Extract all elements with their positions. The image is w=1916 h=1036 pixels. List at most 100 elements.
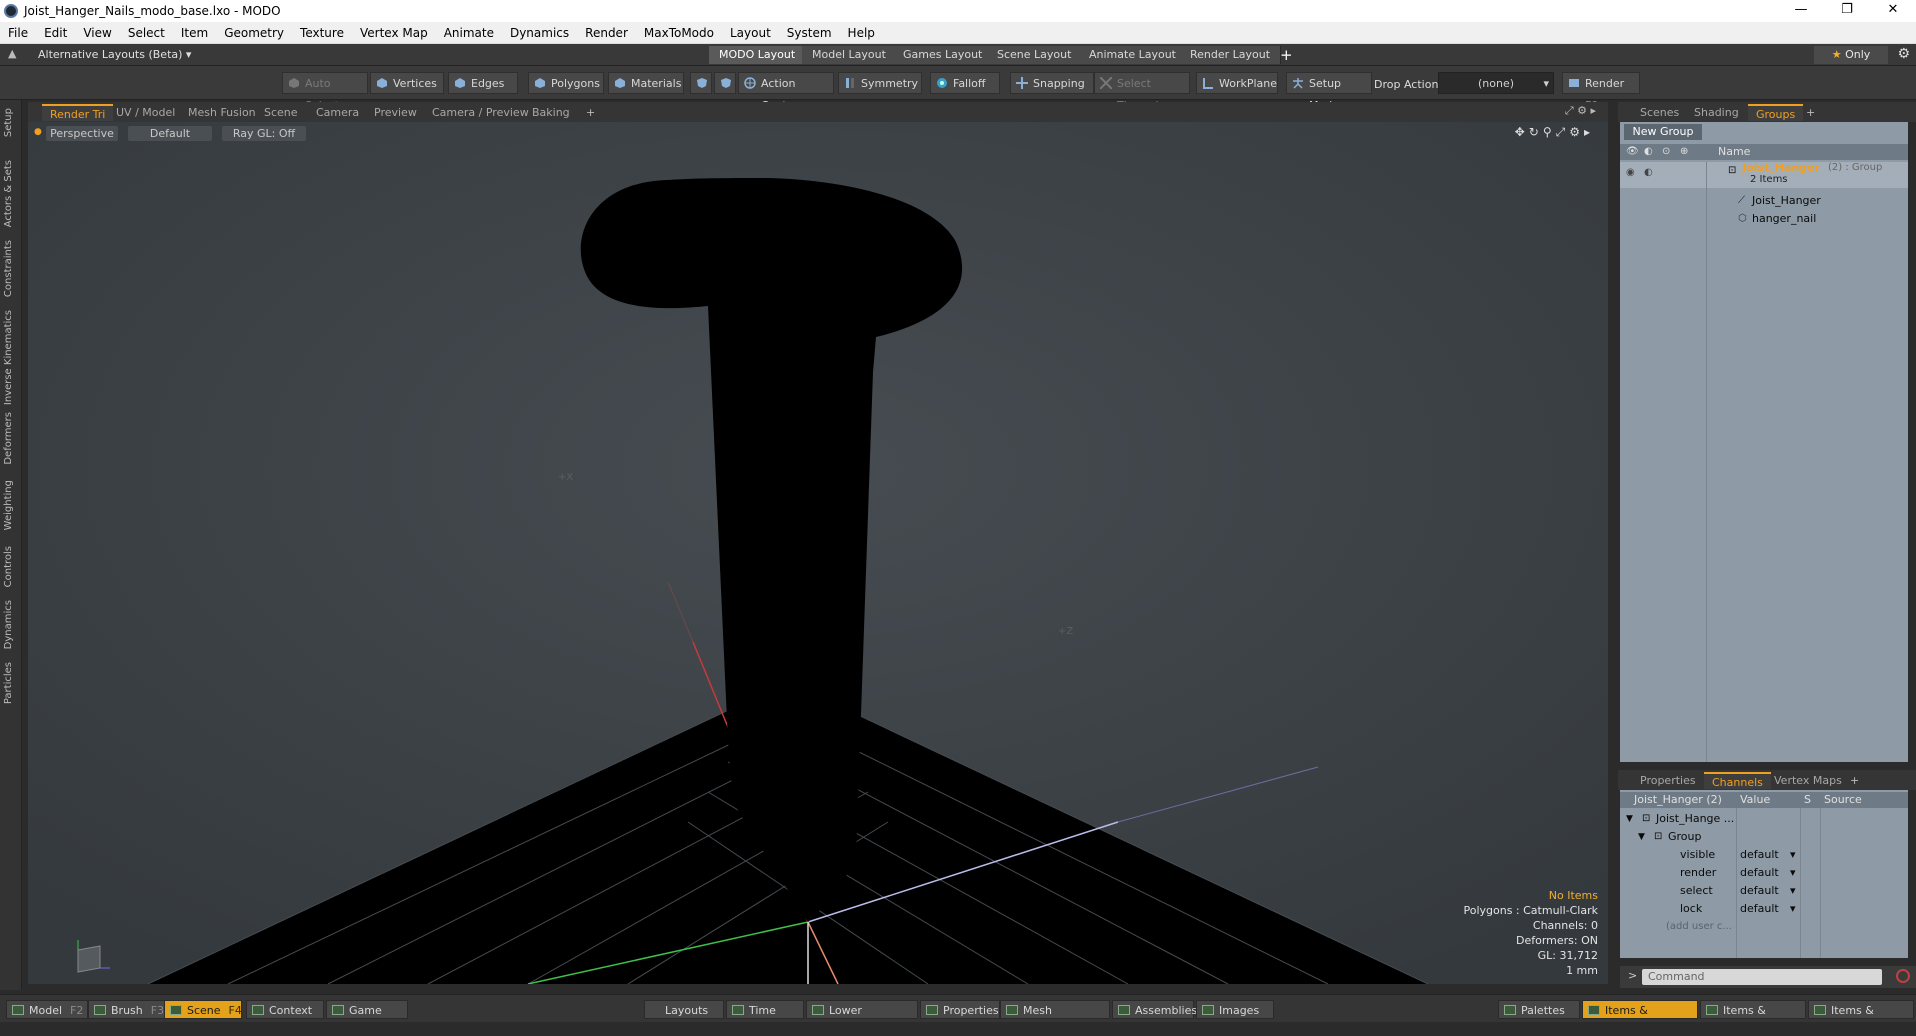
dropdown-arrow-icon[interactable]: ▾ (1790, 864, 1796, 882)
select-through-button[interactable]: Select Through (1094, 72, 1190, 112)
menu-maxtomodo[interactable]: MaxToModo (636, 22, 722, 44)
mesh-operations-button[interactable]: Mesh Operations (1000, 1000, 1110, 1036)
tab-mesh-fusion[interactable]: Mesh Fusion (180, 104, 264, 121)
tab-groups[interactable]: Groups (1748, 104, 1804, 121)
render-toggle-icon[interactable]: ◐ (1644, 144, 1653, 160)
ray-gl-button[interactable]: Ray GL: Off (222, 126, 306, 141)
workplane-button[interactable]: WorkPlane (1196, 72, 1278, 94)
tab-scene-layout[interactable]: Scene Layout (987, 46, 1083, 64)
palettes-button[interactable]: Palettes (1498, 1000, 1580, 1019)
tab-scenes[interactable]: Scenes (1632, 104, 1687, 121)
tab-preview[interactable]: Preview (366, 104, 425, 121)
side-tab-controls[interactable]: Controls (3, 546, 14, 587)
gear-icon[interactable]: ⚙ (1897, 46, 1910, 62)
symmetry-button[interactable]: Symmetry (838, 72, 922, 94)
side-tab-inverse-kinematics[interactable]: Inverse Kinematics (3, 310, 14, 405)
side-tab-setup[interactable]: Setup (3, 108, 14, 137)
tab-channels[interactable]: Channels (1704, 772, 1771, 789)
tab-shading[interactable]: Shading (1686, 104, 1747, 121)
properties-button[interactable]: Properties (920, 1000, 1000, 1019)
minimize-button[interactable]: — (1778, 0, 1824, 22)
channel-value[interactable]: default (1740, 846, 1779, 864)
selection-mode-button[interactable] (690, 72, 712, 94)
tab-properties[interactable]: Properties (1632, 772, 1704, 789)
items-shading-button[interactable]: Items & Shading (1808, 1000, 1914, 1036)
game-tools-button[interactable]: Game Tools (326, 1000, 408, 1036)
side-tab-dynamics[interactable]: Dynamics (3, 600, 14, 649)
menu-item[interactable]: Item (173, 22, 216, 44)
render-button[interactable]: Render F9 (1562, 72, 1640, 112)
alternative-layouts-dropdown[interactable]: Alternative Layouts (Beta) ▾ (38, 48, 191, 61)
channel-value[interactable]: default (1740, 882, 1779, 900)
tab-camera-preview[interactable]: Camera / Preview (424, 104, 537, 121)
edges-button[interactable]: Edges (448, 72, 518, 94)
falloff-button[interactable]: Falloff (930, 72, 1000, 94)
eye-icon[interactable]: 👁 (1626, 144, 1639, 160)
tab-render-layout[interactable]: Render Layout (1180, 46, 1282, 64)
visibility-eye-icon[interactable]: ◉ (1626, 164, 1635, 182)
view-perspective-button[interactable]: Perspective (46, 126, 118, 141)
tab-baking[interactable]: Baking (524, 104, 578, 121)
expand-arrow-icon[interactable]: ▼ (1638, 828, 1645, 846)
model-button[interactable]: Model F2 (6, 1000, 88, 1019)
menu-view[interactable]: View (75, 22, 119, 44)
menu-edit[interactable]: Edit (36, 22, 75, 44)
channel-value[interactable]: default (1740, 900, 1779, 918)
channel-row[interactable]: lock default ▾ (1620, 900, 1908, 918)
only-button[interactable]: ★ Only (1814, 46, 1888, 64)
lower-viewports-button[interactable]: Lower Viewports (806, 1000, 918, 1036)
channel-row[interactable]: render default ▾ (1620, 864, 1908, 882)
viewport-options-icon[interactable]: ⤢ ⚙ ▸ (1565, 104, 1596, 118)
select-toggle-icon[interactable]: ⊕ (1680, 144, 1688, 160)
viewport-nav-icons[interactable]: ✥↻⚲⤢⚙▸ (1515, 125, 1594, 140)
close-button[interactable]: ✕ (1870, 0, 1916, 22)
dropdown-arrow-icon[interactable]: ▾ (1790, 900, 1796, 918)
channel-row[interactable]: visible default ▾ (1620, 846, 1908, 864)
menu-texture[interactable]: Texture (292, 22, 352, 44)
menu-geometry[interactable]: Geometry (216, 22, 292, 44)
tab-render-tri[interactable]: Render Tri (42, 104, 114, 121)
add-user-channel-row[interactable]: (add user c... (1620, 918, 1908, 936)
layouts-button[interactable]: Layouts (644, 1000, 724, 1019)
menu-help[interactable]: Help (840, 22, 883, 44)
assemblies-button[interactable]: Assemblies (1112, 1000, 1197, 1019)
channel-row[interactable]: select default ▾ (1620, 882, 1908, 900)
context-button[interactable]: Context (246, 1000, 324, 1019)
drop-action-select[interactable]: (none) ▾ (1438, 72, 1554, 94)
tab-model-layout[interactable]: Model Layout (802, 46, 897, 64)
menu-render[interactable]: Render (577, 22, 636, 44)
command-input[interactable]: Command (1642, 969, 1882, 985)
shading-default-button[interactable]: Default (128, 126, 212, 141)
dropdown-arrow-icon[interactable]: ▾ (1790, 882, 1796, 900)
menu-select[interactable]: Select (120, 22, 173, 44)
tab-animate-layout[interactable]: Animate Layout (1079, 46, 1187, 64)
add-bottom-tab-button[interactable]: + (1842, 772, 1867, 789)
channel-value[interactable]: default (1740, 864, 1779, 882)
menu-file[interactable]: File (0, 22, 36, 44)
time-button[interactable]: Time (726, 1000, 804, 1019)
setup-mode-button[interactable]: Setup Mode (1286, 72, 1372, 112)
selection-mode-alt-button[interactable] (714, 72, 736, 94)
group-child-row[interactable]: ⬡ hanger_nail (1620, 210, 1908, 228)
tab-modo-layout[interactable]: MODO Layout (709, 46, 807, 64)
menu-animate[interactable]: Animate (436, 22, 502, 44)
render-icon[interactable]: ◐ (1644, 164, 1653, 182)
expand-arrow-icon[interactable]: ▼ (1626, 810, 1633, 828)
group-row-root[interactable]: ◉ ◐ ⊡ Joist_Hanger (2) : Group 2 Items (1620, 161, 1908, 188)
menu-vertex-map[interactable]: Vertex Map (352, 22, 436, 44)
vertices-button[interactable]: Vertices (370, 72, 444, 94)
brush-button[interactable]: Brush F3 (88, 1000, 166, 1019)
items-groups-button[interactable]: Items & Groups (1700, 1000, 1806, 1036)
record-icon[interactable] (1896, 969, 1910, 983)
menu-system[interactable]: System (779, 22, 840, 44)
new-group-button[interactable]: New Group (1624, 124, 1702, 140)
polygons-button[interactable]: Polygons (528, 72, 604, 94)
maximize-button[interactable]: ❐ (1824, 0, 1870, 22)
group-child-row[interactable]: ⟋ Joist_Hanger (1620, 192, 1908, 210)
side-tab-particles[interactable]: Particles (3, 662, 14, 704)
side-tab-weighting[interactable]: Weighting (3, 480, 14, 530)
lock-toggle-icon[interactable]: ⊙ (1662, 144, 1670, 160)
add-tab-button[interactable]: + (578, 104, 603, 121)
menu-layout[interactable]: Layout (722, 22, 779, 44)
tab-games-layout[interactable]: Games Layout (893, 46, 994, 64)
